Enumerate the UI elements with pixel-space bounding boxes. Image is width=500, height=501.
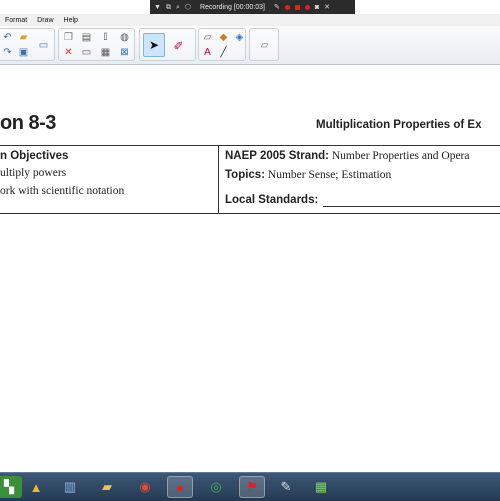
undo-icon[interactable]: ↶ [1, 31, 14, 44]
toolbar-group-draw: ▱ A ◆ ╱ ◈ [198, 28, 246, 61]
table-icon[interactable]: ▦ [99, 46, 112, 59]
record-icon[interactable] [284, 4, 290, 10]
text-format-icon[interactable]: 𝕀 [99, 31, 112, 44]
topics: Topics: Number Sense; Estimation [225, 169, 391, 181]
shapes-icon[interactable]: ◆ [217, 31, 230, 44]
menu-draw[interactable]: Draw [32, 17, 58, 24]
presentation-app-icon[interactable]: ▦ [308, 476, 334, 498]
line-icon[interactable]: ╱ [217, 46, 230, 59]
close-icon[interactable]: ✕ [324, 4, 330, 11]
taskbar: ▚ ▲ ▥ ▰ ◉ ● ◎ ⚑ ✎ ▦ [0, 472, 500, 501]
select-pointer-icon[interactable]: ➤ [143, 33, 165, 57]
folder-icon[interactable]: ▰ [94, 476, 120, 498]
chrome-icon[interactable]: ◉ [132, 476, 158, 498]
toolbar-group-edit: ❐ ✕ ▤ ▭ 𝕀 ▦ ◍ ⊠ [58, 28, 135, 61]
objective-item: ork with scientific notation [0, 185, 125, 197]
top-rule [0, 145, 500, 146]
toolbar-group-file: ↶ ↷ ▰ ▣ ▭ [0, 28, 55, 61]
copy-icon[interactable]: ❐ [62, 31, 75, 44]
menu-bar: Format Draw Help [0, 14, 500, 26]
menu-format[interactable]: Format [0, 17, 32, 24]
screen-icon[interactable]: ▭ [37, 39, 50, 52]
image-icon[interactable]: ▤ [80, 31, 93, 44]
redo-icon[interactable]: ↷ [1, 46, 14, 59]
toolbar: ↶ ↷ ▰ ▣ ▭ ❐ ✕ ▤ ▭ 𝕀 ▦ ◍ ⊠ ➤ ✐ ▱ A ◆ ╱ ◈ … [0, 26, 500, 65]
open-folder-icon[interactable]: ▰ [17, 31, 30, 44]
save-icon[interactable]: ▣ [17, 46, 30, 59]
delete-icon[interactable]: ✕ [62, 46, 75, 59]
record-app-icon[interactable]: ● [167, 476, 193, 498]
menu-help[interactable]: Help [59, 17, 83, 24]
mouse-icon[interactable]: ⬡ [185, 4, 191, 11]
naep-strand: NAEP 2005 Strand: Number Properties and … [225, 150, 469, 162]
topics-label: Topics: [225, 169, 266, 181]
calendar-icon[interactable]: ▥ [57, 476, 83, 498]
objectives-heading: n Objectives [0, 150, 69, 162]
pen-icon[interactable]: ✎ [274, 4, 280, 11]
record-webcam-icon[interactable] [304, 4, 310, 10]
text-tool-icon[interactable]: A [201, 46, 214, 59]
dropdown-icon[interactable]: ▼ [154, 4, 161, 11]
local-standards-line [323, 206, 500, 207]
stop-icon[interactable] [294, 4, 300, 10]
recording-status: Recording [00:00:03] [199, 3, 265, 11]
lesson-title: on 8-3 [0, 112, 56, 134]
camera-icon[interactable]: ◙ [315, 4, 319, 11]
triangle-app-icon[interactable]: ▲ [23, 476, 49, 498]
lesson-subtitle: Multiplication Properties of Ex [316, 119, 482, 131]
naep-value: Number Properties and Opera [331, 150, 470, 162]
topics-value: Number Sense; Estimation [267, 169, 392, 181]
toolbar-group-clear: ▱ [249, 28, 279, 61]
pens-icon[interactable]: ✐ [172, 39, 185, 52]
restore-window-icon[interactable]: ⧉ [166, 4, 171, 11]
globe-icon[interactable]: ◍ [118, 31, 131, 44]
objective-item: ultiply powers [0, 167, 67, 179]
acrobat-icon[interactable]: ⚑ [239, 476, 265, 498]
close-box-icon[interactable]: ⊠ [118, 46, 131, 59]
toolbar-group-tools: ➤ ✐ [139, 28, 196, 61]
document-page: on 8-3 Multiplication Properties of Ex n… [0, 65, 500, 470]
bottom-rule [0, 213, 500, 214]
eraser-icon[interactable]: ▱ [201, 31, 214, 44]
column-divider [218, 146, 219, 213]
clear-eraser-icon[interactable]: ▱ [258, 39, 271, 52]
page-icon[interactable]: ▭ [80, 46, 93, 59]
start-icon[interactable]: ▚ [0, 476, 22, 498]
recording-bar: ▼ ⧉ ⌕ ⬡ Recording [00:00:03] ✎ ◙ ✕ [150, 0, 355, 14]
naep-label: NAEP 2005 Strand: [225, 150, 329, 162]
zoom-icon[interactable]: ⌕ [176, 4, 180, 11]
green-app-icon[interactable]: ◎ [203, 476, 229, 498]
pen-app-icon[interactable]: ✎ [273, 476, 299, 498]
local-standards-label: Local Standards: [225, 194, 319, 206]
fill-icon[interactable]: ◈ [233, 31, 246, 44]
